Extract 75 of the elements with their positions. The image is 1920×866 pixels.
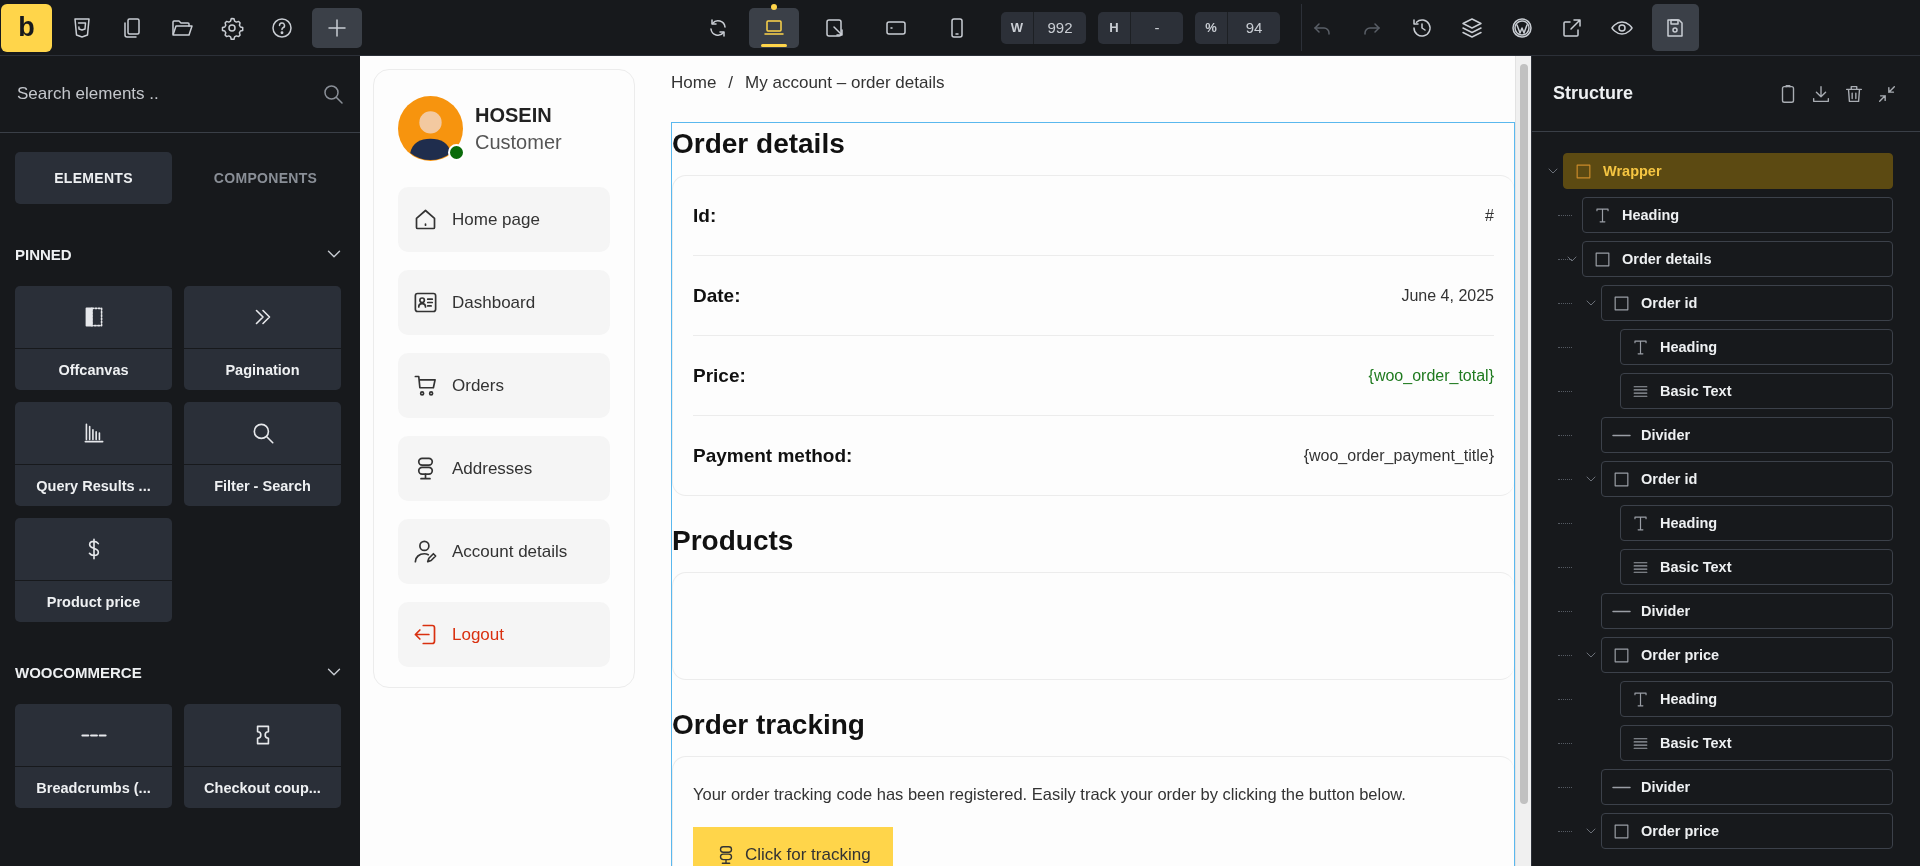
tree-item[interactable]: Divider <box>1601 769 1893 805</box>
panel-tab[interactable]: COMPONENTS <box>187 152 344 204</box>
dash-icon <box>1612 433 1631 437</box>
dimension-field[interactable]: H - <box>1098 11 1183 44</box>
tree-item[interactable]: Heading <box>1620 681 1893 717</box>
dashes-icon <box>80 733 107 737</box>
scrollbar[interactable] <box>1515 56 1531 866</box>
tile-label: Query Results ... <box>35 476 152 496</box>
dimension-field[interactable]: % 94 <box>1195 11 1280 44</box>
tree-item[interactable]: Order id <box>1601 461 1893 497</box>
element-tile[interactable]: Product price <box>15 518 172 622</box>
user-role: Customer <box>475 130 562 154</box>
nav-item[interactable]: Account details <box>398 519 610 584</box>
tree-item[interactable]: Heading <box>1582 197 1893 233</box>
dash-icon <box>1612 785 1631 789</box>
nav-item[interactable]: Dashboard <box>398 270 610 335</box>
element-tile[interactable]: Pagination <box>184 286 341 390</box>
logo-button[interactable]: b <box>1 3 52 52</box>
tree-item[interactable]: Basic Text <box>1620 725 1893 761</box>
nav-item[interactable]: Addresses <box>398 436 610 501</box>
panel-tab[interactable]: ELEMENTS <box>15 152 172 204</box>
tree-item[interactable]: Basic Text <box>1620 549 1893 585</box>
section-heading: Order details <box>672 127 846 161</box>
field-value: {woo_order_payment_title} <box>1303 446 1494 465</box>
avatar <box>398 96 463 161</box>
tree-item[interactable]: Order price <box>1601 637 1893 673</box>
tile-label: Pagination <box>224 360 301 380</box>
tree-item[interactable]: Heading <box>1620 329 1893 365</box>
add-button[interactable] <box>312 7 362 48</box>
tracking-button[interactable]: Click for tracking <box>693 827 893 866</box>
section-title: WOOCOMMERCE <box>15 663 142 681</box>
nav-item[interactable]: Home page <box>398 187 610 252</box>
field-label: Date: <box>693 284 741 307</box>
element-tile[interactable]: Breadcrumbs (... <box>15 704 172 808</box>
section-title: PINNED <box>15 245 72 263</box>
nav-item[interactable]: Orders <box>398 353 610 418</box>
tile-label: Filter - Search <box>213 476 312 496</box>
tree-item[interactable]: Basic Text <box>1620 373 1893 409</box>
field-value: {woo_order_total} <box>1368 366 1494 385</box>
field-value: June 4, 2025 <box>1401 286 1494 305</box>
tile-label: Offcanvas <box>57 360 130 380</box>
tile-label: Checkout coup... <box>203 778 322 798</box>
nav-item[interactable]: Logout <box>398 602 610 667</box>
search-field[interactable]: Search elements .. <box>15 83 321 105</box>
tree-item[interactable]: Order price <box>1601 813 1893 849</box>
tree-item[interactable]: Wrapper <box>1563 153 1893 189</box>
tree-item[interactable]: Order details <box>1582 241 1893 277</box>
user-name: HOSEIN <box>475 103 553 127</box>
dash-icon <box>1612 609 1631 613</box>
save-button[interactable] <box>1651 4 1699 51</box>
search-icon <box>321 82 345 106</box>
laptop-button[interactable] <box>749 7 799 48</box>
panel-title: Structure <box>1553 83 1633 104</box>
tracking-text: Your order tracking code has been registered. Easily track your order by clicking the button below. <box>693 785 1407 804</box>
tree-item[interactable]: Order id <box>1601 285 1893 321</box>
tile-label: Breadcrumbs (... <box>35 778 152 798</box>
section-heading: Order tracking <box>672 708 866 742</box>
field-label: Price: <box>693 364 746 387</box>
field-label: Id: <box>693 204 717 227</box>
user-edit-icon <box>412 538 439 565</box>
tree-item[interactable]: Divider <box>1601 417 1893 453</box>
breadcrumb-separator: / <box>728 73 734 93</box>
breadcrumb-link[interactable]: Home <box>671 73 717 93</box>
element-tile[interactable]: Checkout coup... <box>184 704 341 808</box>
element-tile[interactable]: Offcanvas <box>15 286 172 390</box>
dimension-field[interactable]: W 992 <box>1001 11 1086 44</box>
breadcrumb-link[interactable]: My account – order details <box>745 73 945 93</box>
field-value: # <box>1485 206 1494 225</box>
element-tile[interactable]: Query Results ... <box>15 402 172 506</box>
element-tile[interactable]: Filter - Search <box>184 402 341 506</box>
section-heading: Products <box>672 524 795 558</box>
tile-label: Product price <box>45 592 142 612</box>
field-label: Payment method: <box>693 444 853 467</box>
tree-item[interactable]: Heading <box>1620 505 1893 541</box>
tree-item[interactable]: Divider <box>1601 593 1893 629</box>
